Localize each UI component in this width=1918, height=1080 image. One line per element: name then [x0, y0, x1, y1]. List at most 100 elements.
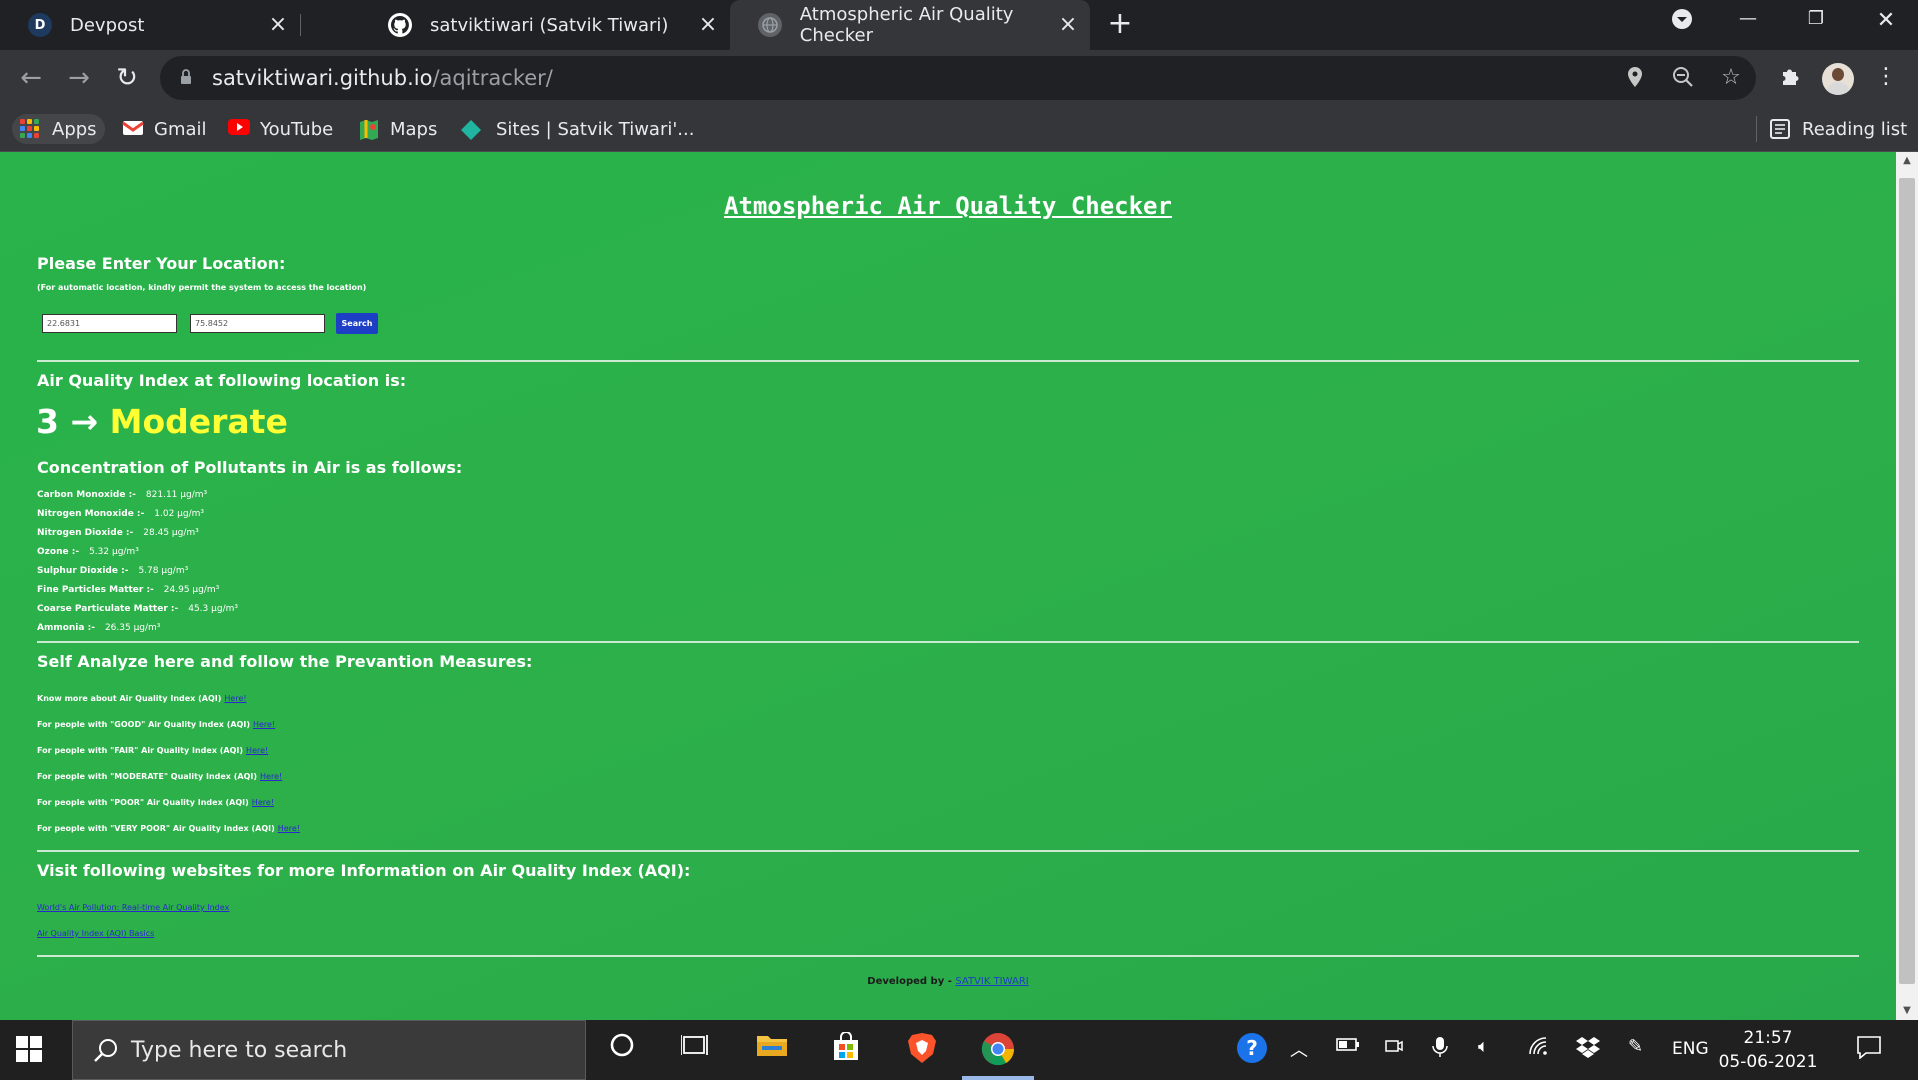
clock[interactable]: 21:57 05-06-2021 [1718, 1026, 1818, 1074]
volume-icon[interactable]: 🔈︎ [1478, 1036, 1489, 1057]
wifi-icon[interactable] [1528, 1036, 1550, 1061]
help-link[interactable]: Here! [278, 824, 300, 833]
bookmark-apps[interactable]: Apps [12, 114, 105, 144]
help-row-text: Know more about Air Quality Index (AQI) [37, 694, 222, 703]
tab-title: satviktiwari (Satvik Tiwari) [430, 14, 669, 36]
self-analyze-heading: Self Analyze here and follow the Prevant… [37, 652, 533, 671]
bookmark-youtube[interactable]: YouTube [228, 114, 333, 144]
brave-browser-icon[interactable] [904, 1032, 940, 1068]
bookmark-sites[interactable]: Sites | Satvik Tiwari'... [460, 114, 694, 144]
help-link[interactable]: Here! [260, 772, 282, 781]
avatar-head [1832, 68, 1844, 81]
minimize-button[interactable]: — [1728, 8, 1768, 38]
pollutant-name: Sulphur Dioxide :- [37, 566, 129, 576]
restore-button[interactable]: ❐ [1796, 8, 1836, 38]
address-bar[interactable]: satviktiwari.github.io/aqitracker/ ☆ [160, 56, 1756, 100]
pollutant-row: Coarse Particulate Matter :- 45.3 μg/m³ [37, 604, 238, 614]
latitude-input[interactable]: 22.6831 [42, 314, 177, 333]
tab-title: Devpost [70, 14, 145, 36]
pollutant-name: Coarse Particulate Matter :- [37, 604, 179, 614]
close-icon[interactable]: × [266, 13, 290, 37]
location-prompt: Please Enter Your Location: [37, 254, 286, 273]
microsoft-store-icon[interactable] [828, 1031, 864, 1068]
globe-icon [758, 13, 782, 37]
new-tab-button[interactable]: + [1106, 9, 1134, 39]
profile-avatar[interactable] [1822, 63, 1854, 95]
help-link[interactable]: Here! [253, 720, 275, 729]
pollutants-heading: Concentration of Pollutants in Air is as… [37, 458, 463, 477]
reading-list-button[interactable]: Reading list [1770, 114, 1907, 144]
microphone-icon[interactable] [1432, 1036, 1448, 1063]
file-explorer-icon[interactable] [754, 1032, 790, 1068]
search-placeholder: Type here to search [131, 1038, 348, 1063]
youtube-icon [228, 119, 250, 139]
location-pin-icon[interactable] [1622, 66, 1648, 92]
longitude-input[interactable]: 75.8452 [190, 314, 325, 333]
close-icon[interactable]: × [696, 13, 720, 37]
language-indicator[interactable]: ENG [1672, 1039, 1709, 1059]
back-button[interactable]: ← [14, 62, 48, 96]
pollutant-name: Nitrogen Monoxide :- [37, 509, 145, 519]
pollutant-row: Fine Particles Matter :- 24.95 μg/m³ [37, 585, 219, 595]
websites-heading: Visit following websites for more Inform… [37, 861, 691, 880]
tab-aqi-checker[interactable]: Atmospheric Air Quality Checker × [730, 0, 1090, 50]
show-hidden-icons-chevron-icon[interactable]: ︿ [1290, 1036, 1308, 1062]
developer-link[interactable]: SATVIK TIWARI [955, 976, 1028, 987]
help-row: For people with "FAIR" Air Quality Index… [37, 746, 268, 755]
tab-search-button[interactable] [1662, 8, 1702, 38]
pollutant-value: 5.78 μg/m³ [138, 566, 189, 576]
website-link[interactable]: Air Quality Index (AQI) Basics [37, 929, 154, 938]
windows-taskbar: Type here to search ? ︿ 🔈︎ ✎ ENG 21:57 0… [0, 1020, 1918, 1080]
extensions-puzzle-icon[interactable] [1776, 64, 1806, 94]
scroll-down-arrow-icon[interactable]: ▼ [1896, 1002, 1918, 1020]
pollutant-value: 821.11 μg/m³ [145, 490, 208, 500]
divider [37, 955, 1859, 957]
page-scrollbar[interactable]: ▲ ▼ [1896, 152, 1918, 1020]
help-link[interactable]: Here! [246, 746, 268, 755]
search-button[interactable]: Search [336, 313, 378, 334]
task-view-icon[interactable] [678, 1032, 714, 1068]
pollutant-name: Fine Particles Matter :- [37, 585, 154, 595]
star-icon[interactable]: ☆ [1718, 66, 1744, 92]
battery-icon[interactable] [1336, 1036, 1360, 1057]
close-icon[interactable]: × [1056, 13, 1080, 37]
help-icon[interactable]: ? [1236, 1032, 1268, 1069]
pollutant-value: 5.32 μg/m³ [89, 547, 139, 557]
pen-icon[interactable]: ✎ [1628, 1036, 1643, 1057]
chrome-icon[interactable] [980, 1032, 1016, 1068]
footer: Developed by - SATVIK TIWARI [0, 976, 1896, 987]
kebab-menu-icon[interactable]: ⋮ [1874, 64, 1898, 94]
dropbox-icon[interactable] [1576, 1036, 1600, 1063]
pollutant-value: 1.02 μg/m³ [154, 509, 205, 519]
taskbar-search[interactable]: Type here to search [72, 1020, 586, 1080]
bookmark-gmail[interactable]: Gmail [122, 114, 207, 144]
scroll-up-arrow-icon[interactable]: ▲ [1896, 152, 1918, 170]
tab-devpost[interactable]: D Devpost × [0, 0, 300, 50]
svg-text:?: ? [1246, 1036, 1258, 1060]
camera-icon[interactable] [1384, 1036, 1404, 1061]
notification-icon[interactable] [1854, 1035, 1884, 1063]
pollutant-value: 26.35 μg/m³ [104, 623, 161, 633]
close-window-button[interactable]: ✕ [1866, 8, 1906, 38]
help-row: For people with "VERY POOR" Air Quality … [37, 824, 300, 833]
pollutant-row: Sulphur Dioxide :- 5.78 μg/m³ [37, 566, 188, 576]
aqi-result: 3 → Moderate [36, 402, 288, 441]
cortana-icon[interactable] [604, 1032, 640, 1068]
forward-button[interactable]: → [62, 62, 96, 96]
windows-logo-pane [30, 1036, 42, 1048]
pollutant-row: Nitrogen Monoxide :- 1.02 μg/m³ [37, 509, 204, 519]
reading-list-label: Reading list [1802, 118, 1908, 140]
scrollbar-thumb[interactable] [1899, 178, 1915, 984]
help-link[interactable]: Here! [252, 798, 274, 807]
windows-start-icon[interactable] [16, 1036, 42, 1062]
help-row: For people with "MODERATE" Quality Index… [37, 772, 282, 781]
zoom-icon[interactable] [1670, 66, 1696, 92]
help-row-text: For people with "MODERATE" Quality Index… [37, 772, 258, 781]
aqi-heading: Air Quality Index at following location … [37, 371, 407, 390]
divider [37, 850, 1859, 852]
bookmark-maps[interactable]: Maps [358, 114, 437, 144]
help-link[interactable]: Here! [224, 694, 246, 703]
tab-github[interactable]: satviktiwari (Satvik Tiwari) × [300, 0, 730, 50]
reload-button[interactable]: ↻ [110, 62, 144, 96]
website-link[interactable]: World's Air Pollution: Real-time Air Qua… [37, 903, 229, 912]
